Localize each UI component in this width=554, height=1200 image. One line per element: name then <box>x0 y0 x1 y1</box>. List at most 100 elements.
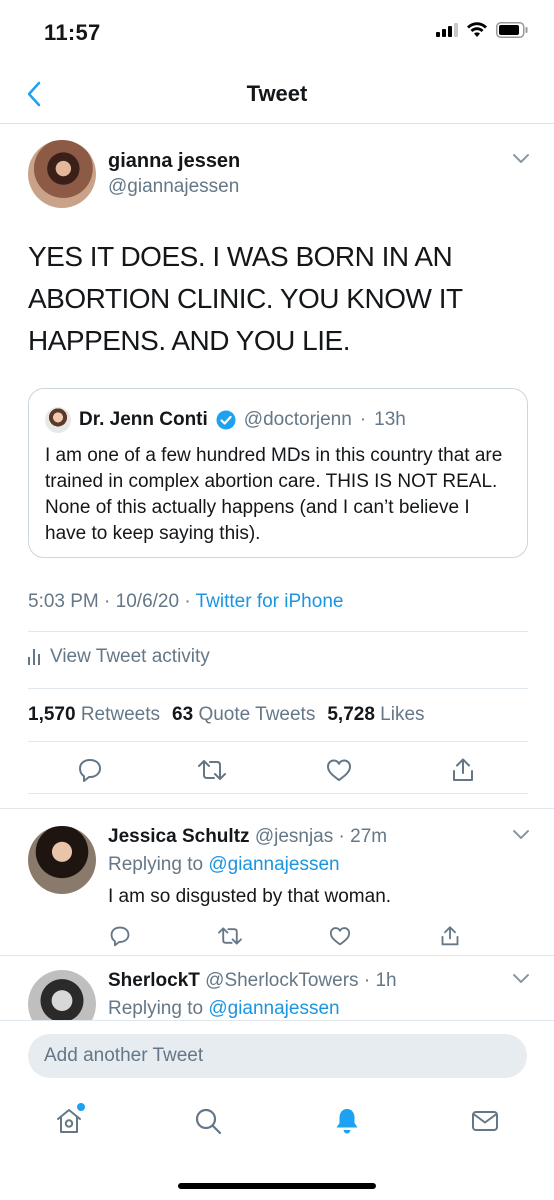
separator-dot: · <box>359 409 367 430</box>
share-icon <box>453 758 473 781</box>
reply-tweet[interactable]: Jessica Schultz @jesnjas · 27m Replying … <box>0 826 554 956</box>
quoted-tweet-text: I am one of a few hundred MDs in this co… <box>45 445 503 544</box>
heart-icon <box>329 927 351 946</box>
separator-dot: · <box>104 591 116 612</box>
tab-messages[interactable] <box>463 1099 507 1143</box>
replying-to-line: Replying to @giannajessen <box>108 998 530 1020</box>
reply-tweet[interactable]: SherlockT @SherlockTowers · 1h Replying … <box>0 970 554 1020</box>
view-tweet-activity-button[interactable]: View Tweet activity <box>28 646 210 668</box>
likes-stat[interactable]: 5,728 Likes <box>327 704 424 726</box>
tab-home[interactable] <box>47 1099 91 1143</box>
battery-icon <box>496 22 528 38</box>
replying-to-link[interactable]: @giannajessen <box>208 998 339 1019</box>
divider <box>28 631 528 632</box>
reply-header: SherlockT @SherlockTowers · 1h <box>108 970 530 992</box>
divider <box>28 688 528 689</box>
avatar[interactable] <box>28 826 96 894</box>
tab-search[interactable] <box>186 1099 230 1143</box>
tweet-actions <box>28 754 526 790</box>
quote-tweets-stat[interactable]: 63 Quote Tweets <box>172 704 315 726</box>
replying-to-label: Replying to <box>108 998 204 1019</box>
chevron-down-icon <box>513 830 529 839</box>
author-handle[interactable]: @giannajessen <box>108 176 239 198</box>
share-button[interactable] <box>447 754 479 786</box>
heart-icon <box>327 759 351 781</box>
nav-header: Tweet <box>0 64 554 124</box>
avatar[interactable] <box>28 970 96 1020</box>
like-button[interactable] <box>326 922 354 950</box>
retweet-icon <box>218 927 242 945</box>
retweets-count: 1,570 <box>28 704 76 725</box>
reply-button[interactable] <box>74 754 106 786</box>
chevron-down-icon <box>513 154 529 163</box>
quoted-avatar <box>45 407 71 433</box>
status-time: 11:57 <box>44 20 101 45</box>
reply-actions <box>108 922 530 952</box>
tweet-date: 10/6/20 <box>115 591 180 612</box>
reply-author-handle[interactable]: @jesnjas <box>255 826 333 847</box>
reply-author-name[interactable]: SherlockT <box>108 970 200 991</box>
unread-indicator <box>77 1103 85 1111</box>
quoted-tweet-time: 13h <box>374 409 406 430</box>
quote-tweets-label: Quote Tweets <box>198 704 316 725</box>
divider <box>0 955 554 956</box>
reply-icon <box>79 759 101 782</box>
author-name[interactable]: gianna jessen <box>108 150 240 173</box>
likes-count: 5,728 <box>327 704 375 725</box>
likes-label: Likes <box>380 704 425 725</box>
quoted-tweet-header: Dr. Jenn Conti @doctorjenn · 13h <box>45 407 406 433</box>
share-button[interactable] <box>436 922 464 950</box>
messages-icon <box>472 1111 498 1131</box>
replying-to-line: Replying to @giannajessen <box>108 854 530 876</box>
tab-notifications[interactable] <box>325 1099 369 1143</box>
divider <box>28 741 528 742</box>
verified-badge-icon <box>216 410 236 430</box>
view-tweet-activity-label: View Tweet activity <box>50 646 210 667</box>
quoted-author-name: Dr. Jenn Conti <box>79 409 208 430</box>
search-icon <box>195 1108 222 1135</box>
replying-to-link[interactable]: @giannajessen <box>208 854 339 875</box>
reply-button[interactable] <box>106 922 134 950</box>
tweet-header: gianna jessen @giannajessen <box>28 140 530 210</box>
tweet-stats: 1,570 Retweets 63 Quote Tweets 5,728 Lik… <box>28 704 425 726</box>
tweet-source-link[interactable]: Twitter for iPhone <box>196 591 344 612</box>
reply-time: 27m <box>350 826 388 847</box>
retweet-icon <box>198 760 226 780</box>
retweets-stat[interactable]: 1,570 Retweets <box>28 704 160 726</box>
retweet-button[interactable] <box>196 754 228 786</box>
separator-dot: · <box>184 591 196 612</box>
status-icons <box>436 22 528 38</box>
page-title: Tweet <box>246 81 308 106</box>
tab-bar <box>0 1099 554 1149</box>
reply-body: SherlockT @SherlockTowers · 1h Replying … <box>108 970 530 1020</box>
tweet-meta: 5:03 PM · 10/6/20 · Twitter for iPhone <box>28 591 343 613</box>
divider <box>28 793 528 794</box>
quote-tweets-count: 63 <box>172 704 194 725</box>
quoted-author-handle: @doctorjenn <box>243 409 352 430</box>
separator-dot: · <box>338 826 345 847</box>
reply-header: Jessica Schultz @jesnjas · 27m <box>108 826 530 848</box>
cellular-signal-icon <box>436 23 458 37</box>
add-another-tweet-input[interactable]: Add another Tweet <box>28 1034 527 1078</box>
home-indicator <box>178 1183 376 1189</box>
reply-text: I am so disgusted by that woman. <box>108 886 392 907</box>
reply-body: Jessica Schultz @jesnjas · 27m Replying … <box>108 826 530 952</box>
retweets-label: Retweets <box>80 704 161 725</box>
section-divider <box>0 808 554 809</box>
tweet-menu-button[interactable] <box>512 152 530 170</box>
wifi-icon <box>467 22 487 37</box>
like-button[interactable] <box>323 754 355 786</box>
replying-to-label: Replying to <box>108 854 204 875</box>
reply-author-handle[interactable]: @SherlockTowers <box>205 970 358 991</box>
separator-dot: · <box>363 970 371 991</box>
reply-time: 1h <box>375 970 397 991</box>
avatar[interactable] <box>28 140 96 208</box>
quoted-tweet[interactable]: Dr. Jenn Conti @doctorjenn · 13h I am on… <box>28 388 528 558</box>
notifications-icon <box>336 1109 358 1134</box>
retweet-button[interactable] <box>216 922 244 950</box>
analytics-icon <box>28 649 40 665</box>
reply-author-name[interactable]: Jessica Schultz <box>108 826 250 847</box>
tweet-text: YES IT DOES. I WAS BORN IN AN ABORTION C… <box>28 241 463 356</box>
reply-menu-button[interactable] <box>512 972 530 990</box>
reply-menu-button[interactable] <box>512 828 530 846</box>
